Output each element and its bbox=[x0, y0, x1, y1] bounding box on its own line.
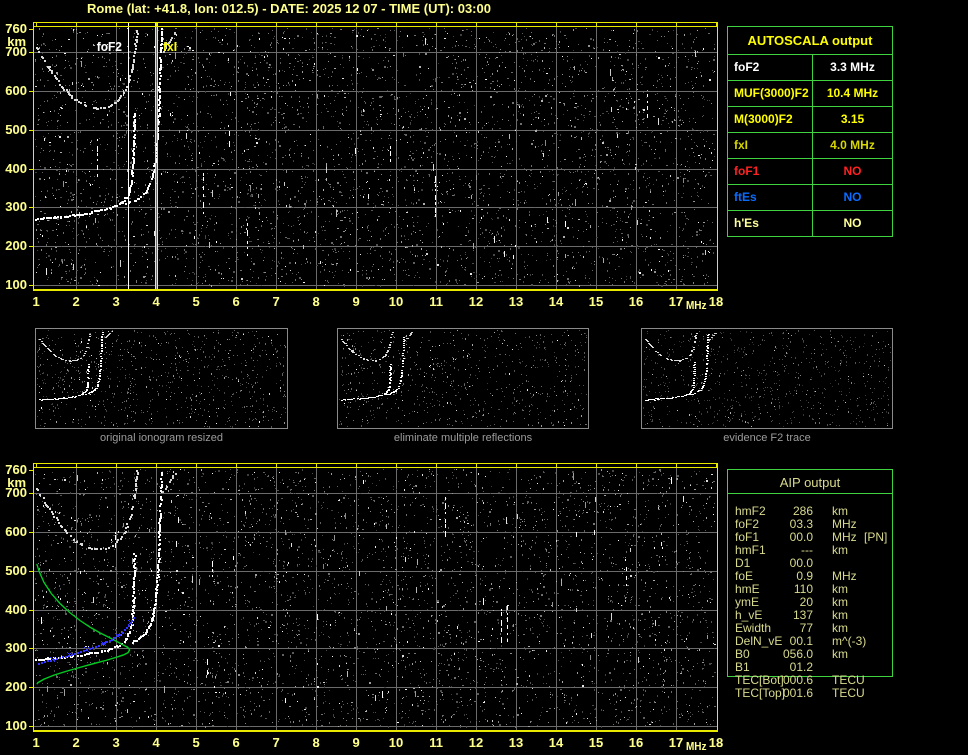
autoscala-row-value: 3.15 bbox=[840, 112, 865, 126]
thumbnail-eliminate-reflections bbox=[337, 328, 589, 429]
autoscala-row-label: fxI bbox=[728, 133, 813, 158]
autoscala-row-value: NO bbox=[843, 216, 862, 230]
autoscala-row-label: ftEs bbox=[728, 185, 813, 210]
autoscala-table-header: AUTOSCALA output bbox=[728, 27, 892, 55]
aip-value: 001.6 bbox=[782, 686, 813, 700]
aip-row-d1: D1 00.0 bbox=[727, 557, 917, 570]
autoscala-row-value: NO bbox=[843, 190, 862, 204]
aip-extra: [PN] bbox=[864, 530, 888, 544]
autoscala-row-value: 3.3 MHz bbox=[830, 60, 875, 74]
autoscala-row-fof1: foF1 NO bbox=[728, 159, 892, 185]
top-ionogram-plot bbox=[0, 15, 725, 330]
autoscala-row-label: foF1 bbox=[728, 159, 813, 184]
thumbnail-caption-evidence-f2-trace: evidence F2 trace bbox=[723, 432, 811, 444]
autoscala-row-label: h'Es bbox=[728, 211, 813, 236]
aip-row-tectop: TEC[Top] 001.6 TECU bbox=[727, 687, 917, 700]
autoscala-output-table: AUTOSCALA output foF2 3.3 MHz MUF(3000)F2 1… bbox=[727, 26, 893, 237]
aip-unit: TECU bbox=[832, 686, 865, 700]
thumbnail-original-ionogram bbox=[35, 328, 288, 429]
autoscala-row-m3000f2: M(3000)F2 3.15 bbox=[728, 107, 892, 133]
thumbnail-caption-original: original ionogram resized bbox=[100, 432, 223, 444]
autoscala-row-label: M(3000)F2 bbox=[728, 107, 813, 132]
aip-header-divider bbox=[728, 493, 892, 494]
aip-row-hmf1: hmF1 --- km bbox=[727, 544, 917, 557]
autoscala-row-muf3000f2: MUF(3000)F2 10.4 MHz bbox=[728, 81, 892, 107]
page-title: Rome (lat: +41.8, lon: 012.5) - DATE: 20… bbox=[87, 1, 491, 16]
autoscala-row-value: NO bbox=[843, 164, 862, 178]
thumbnail-caption-eliminate-reflections: eliminate multiple reflections bbox=[393, 432, 533, 444]
autoscala-row-hes: h'Es NO bbox=[728, 211, 892, 236]
autoscala-output-window: Rome (lat: +41.8, lon: 012.5) - DATE: 20… bbox=[0, 0, 968, 755]
aip-unit: km bbox=[832, 647, 848, 661]
aip-unit: km bbox=[832, 543, 848, 557]
autoscala-row-value: 10.4 MHz bbox=[826, 86, 879, 100]
aip-row-delnve: DelN_vE 00.1 m^(-3) bbox=[727, 635, 917, 648]
autoscala-row-fof2: foF2 3.3 MHz bbox=[728, 55, 892, 81]
autoscala-row-label: MUF(3000)F2 bbox=[728, 81, 813, 106]
autoscala-row-ftes: ftEs NO bbox=[728, 185, 892, 211]
bottom-ionogram-plot bbox=[0, 450, 725, 755]
autoscala-row-label: foF2 bbox=[728, 55, 813, 80]
autoscala-row-fxi: fxI 4.0 MHz bbox=[728, 133, 892, 159]
aip-row-b0: B0 056.0 km bbox=[727, 648, 917, 661]
aip-table-header: AIP output bbox=[779, 475, 841, 490]
autoscala-table-rows: foF2 3.3 MHz MUF(3000)F2 10.4 MHz M(3000)F2 3… bbox=[728, 55, 892, 236]
autoscala-row-value: 4.0 MHz bbox=[830, 138, 875, 152]
thumbnail-evidence-f2-trace bbox=[641, 328, 893, 429]
